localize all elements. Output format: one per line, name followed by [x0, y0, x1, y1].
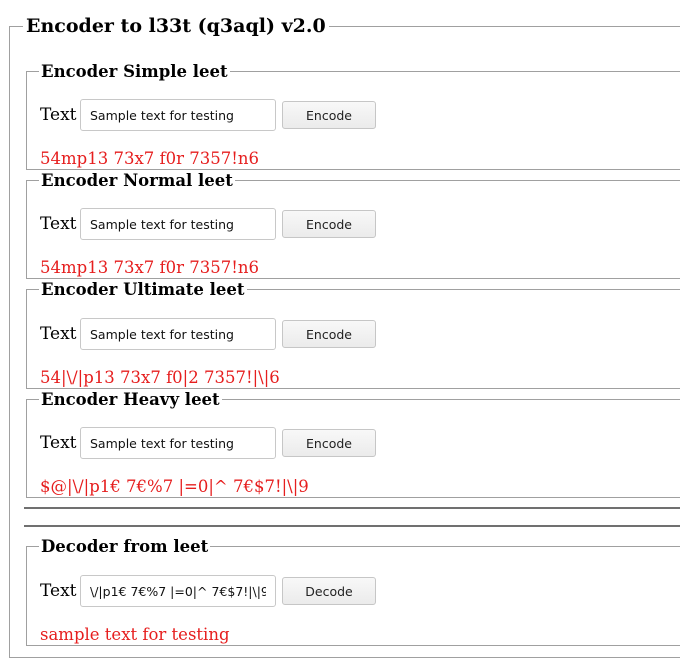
section-ultimate-leet: Encoder Ultimate leet Text Encode 54|\/|… [26, 280, 680, 389]
input-row: Text Decode [40, 574, 376, 608]
section-decoder: Decoder from leet Text Decode sample tex… [26, 537, 680, 646]
section-normal-leet: Encoder Normal leet Text Encode 54mp13 7… [26, 171, 680, 279]
section-title: Encoder Ultimate leet [41, 280, 245, 299]
ultimate-text-input[interactable] [80, 318, 276, 350]
heavy-encode-button[interactable]: Encode [282, 429, 376, 457]
section-title: Encoder Simple leet [41, 62, 228, 81]
text-label: Text [40, 214, 77, 234]
input-row: Text Encode [40, 317, 376, 351]
simple-encode-button[interactable]: Encode [282, 101, 376, 129]
decoder-result-text: sample text for testing [40, 625, 230, 644]
decoder-text-input[interactable] [80, 575, 276, 607]
text-label: Text [40, 105, 77, 125]
section-simple-leet: Encoder Simple leet Text Encode 54mp13 7… [26, 62, 680, 170]
heavy-result-text: $@|\/|p1€ 7€%7 |=0|^ 7€$7!|\|9 [40, 477, 309, 496]
separator-line [24, 507, 680, 509]
separator-line [24, 525, 680, 527]
text-label: Text [40, 324, 77, 344]
normal-text-input[interactable] [80, 208, 276, 240]
input-row: Text Encode [40, 207, 376, 241]
heavy-text-input[interactable] [80, 427, 276, 459]
section-title: Encoder Normal leet [41, 171, 233, 190]
decode-button[interactable]: Decode [282, 577, 376, 605]
normal-result-text: 54mp13 73x7 f0r 7357!n6 [40, 258, 259, 277]
ultimate-encode-button[interactable]: Encode [282, 320, 376, 348]
section-title: Decoder from leet [41, 537, 209, 556]
normal-encode-button[interactable]: Encode [282, 210, 376, 238]
text-label: Text [40, 581, 77, 601]
section-heavy-leet: Encoder Heavy leet Text Encode $@|\/|p1€… [26, 390, 680, 498]
text-label: Text [40, 433, 77, 453]
input-row: Text Encode [40, 426, 376, 460]
input-row: Text Encode [40, 98, 376, 132]
section-title: Encoder Heavy leet [41, 390, 220, 409]
simple-result-text: 54mp13 73x7 f0r 7357!n6 [40, 149, 259, 168]
simple-text-input[interactable] [80, 99, 276, 131]
app-title: Encoder to l33t (q3aql) v2.0 [26, 15, 326, 37]
ultimate-result-text: 54|\/|p13 73x7 f0|2 7357!|\|6 [40, 368, 280, 387]
